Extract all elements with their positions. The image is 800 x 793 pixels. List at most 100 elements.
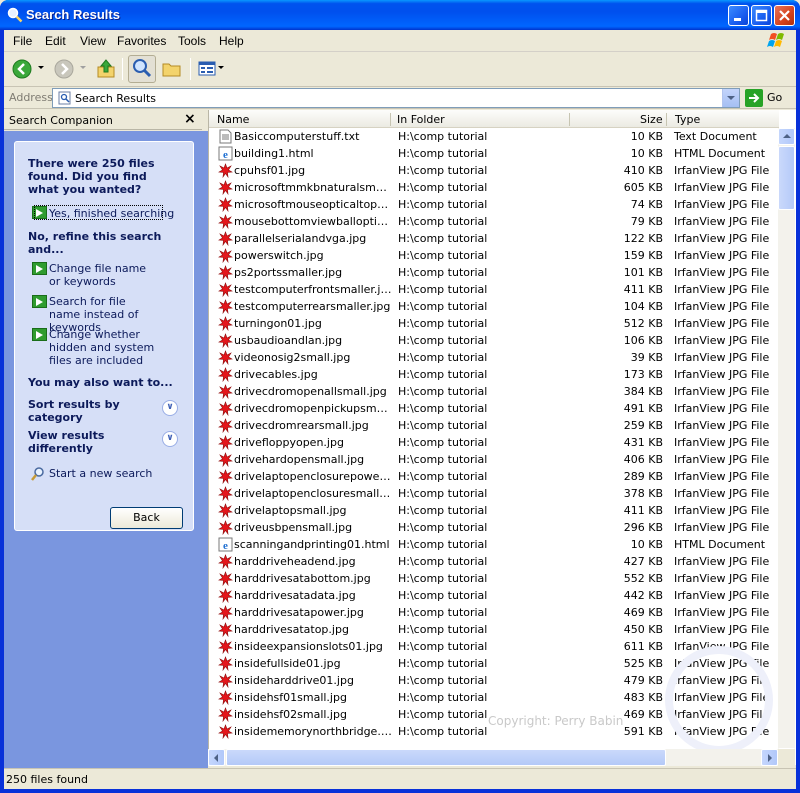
column-folder[interactable]: In Folder: [397, 113, 445, 126]
go-button[interactable]: [745, 89, 763, 107]
file-name: insidehsf02small.jpg: [234, 708, 347, 721]
file-row[interactable]: turningon01.jpg H:\comp tutorial 512 KB Irf…: [209, 315, 779, 332]
minimize-button[interactable]: [728, 5, 749, 26]
file-type: IrfanView JPG File: [674, 555, 770, 568]
vertical-scroll-thumb[interactable]: [778, 146, 795, 210]
file-row[interactable]: harddrivesatabottom.jpg H:\comp tutorial 5…: [209, 570, 779, 587]
scroll-left-button[interactable]: [208, 749, 225, 766]
new-search-link[interactable]: Start a new search: [49, 467, 152, 480]
menu-favorites[interactable]: Favorites: [117, 34, 166, 48]
forward-dropdown-icon[interactable]: [80, 66, 86, 69]
explorer-window: Search Results File Edit View Favorites …: [0, 0, 800, 793]
close-button[interactable]: [774, 5, 795, 26]
column-name[interactable]: Name: [217, 113, 249, 126]
vertical-scrollbar[interactable]: [778, 128, 795, 765]
file-row[interactable]: ps2portssmaller.jpg H:\comp tutorial 101 K…: [209, 264, 779, 281]
file-row[interactable]: harddrivesatapower.jpg H:\comp tutorial 46…: [209, 604, 779, 621]
file-row[interactable]: drivefloppyopen.jpg H:\comp tutorial 431 K…: [209, 434, 779, 451]
file-row[interactable]: microsoftmouseopticaltopsmal... H:\comp t…: [209, 196, 779, 213]
scroll-up-button[interactable]: [778, 128, 795, 145]
file-row[interactable]: harddrivesatatop.jpg H:\comp tutorial 450 …: [209, 621, 779, 638]
close-icon: [779, 10, 790, 21]
file-row[interactable]: mousebottomviewballopticals.... H:\comp t…: [209, 213, 779, 230]
scroll-right-button[interactable]: [761, 749, 778, 766]
refine-option-name[interactable]: Change file name or keywords: [49, 262, 159, 288]
refine-option-hidden[interactable]: Change whether hidden and system files a…: [49, 328, 171, 367]
column-size[interactable]: Size: [640, 113, 663, 126]
menu-edit[interactable]: Edit: [45, 34, 66, 48]
file-row[interactable]: e building1.html H:\comp tutorial 10 KB HTML…: [209, 145, 779, 162]
yes-finished-link[interactable]: Yes, finished searching: [49, 207, 174, 220]
column-divider[interactable]: [666, 113, 667, 126]
search-companion-panel: There were 250 files found. Did you find…: [14, 141, 194, 531]
file-row[interactable]: microsoftmmkbnaturalsmaller.... H:\comp t…: [209, 179, 779, 196]
back-dropdown-icon[interactable]: [38, 66, 44, 69]
file-row[interactable]: drivecdromopenallsmall.jpg H:\comp tutori…: [209, 383, 779, 400]
scroll-track[interactable]: [778, 128, 795, 765]
back-arrow-icon[interactable]: [10, 57, 34, 81]
file-name: driveusbpensmall.jpg: [234, 521, 353, 534]
file-row[interactable]: parallelserialandvga.jpg H:\comp tutorial…: [209, 230, 779, 247]
menu-tools[interactable]: Tools: [178, 34, 206, 48]
column-divider[interactable]: [390, 113, 391, 126]
file-row[interactable]: harddriveheadend.jpg H:\comp tutorial 427 …: [209, 553, 779, 570]
up-folder-icon[interactable]: [94, 57, 118, 81]
title-bar[interactable]: Search Results: [0, 0, 800, 30]
file-row[interactable]: Basiccomputerstuff.txt H:\comp tutorial 10…: [209, 128, 779, 145]
back-button[interactable]: Back: [110, 507, 183, 529]
file-row[interactable]: testcomputerfrontsmaller.jpg H:\comp tuto…: [209, 281, 779, 298]
file-row[interactable]: usbaudioandlan.jpg H:\comp tutorial 106 KB…: [209, 332, 779, 349]
views-dropdown-icon[interactable]: [218, 66, 224, 69]
file-folder: H:\comp tutorial: [398, 453, 488, 466]
file-row[interactable]: drivecables.jpg H:\comp tutorial 173 KB Irf…: [209, 366, 779, 383]
file-row[interactable]: drivelaptopenclosuresmall.jpg H:\comp tut…: [209, 485, 779, 502]
file-row[interactable]: drivelaptopenclosurepowerplu... H:\comp t…: [209, 468, 779, 485]
file-name: insideexpansionslots01.jpg: [234, 640, 383, 653]
file-row[interactable]: driveusbpensmall.jpg H:\comp tutorial 296 …: [209, 519, 779, 536]
horizontal-scroll-thumb[interactable]: [226, 749, 666, 766]
file-folder: H:\comp tutorial: [398, 487, 488, 500]
file-type: IrfanView JPG File: [674, 283, 770, 296]
minimize-icon: [734, 18, 741, 21]
file-row[interactable]: drivecdromopenpickupsmall.jpg H:\comp tut…: [209, 400, 779, 417]
horizontal-scrollbar[interactable]: [208, 749, 778, 766]
chevron-down-icon[interactable]: ∨: [162, 431, 178, 447]
irfanview-icon: [218, 214, 233, 230]
irfanview-icon: [218, 316, 233, 332]
irfanview-icon: [218, 486, 233, 502]
views-icon[interactable]: [196, 57, 220, 81]
view-results-link[interactable]: View results differently: [28, 429, 128, 455]
file-row[interactable]: harddrivesatadata.jpg H:\comp tutorial 442…: [209, 587, 779, 604]
folders-icon[interactable]: [160, 57, 184, 81]
file-row[interactable]: e scanningandprinting01.html H:\comp tutor…: [209, 536, 779, 553]
menu-help[interactable]: Help: [219, 34, 244, 48]
chevron-down-icon[interactable]: ∨: [162, 400, 178, 416]
close-pane-icon[interactable]: ×: [184, 111, 196, 127]
irfanview-icon: [218, 690, 233, 706]
file-row[interactable]: drivecdromrearsmall.jpg H:\comp tutorial 2…: [209, 417, 779, 434]
menu-file[interactable]: File: [13, 34, 32, 48]
address-dropdown-button[interactable]: [722, 89, 739, 107]
file-row[interactable]: drivelaptopsmall.jpg H:\comp tutorial 411 …: [209, 502, 779, 519]
go-label[interactable]: Go: [767, 91, 782, 104]
column-type[interactable]: Type: [675, 113, 700, 126]
file-row[interactable]: cpuhsf01.jpg H:\comp tutorial 410 KB IrfanV…: [209, 162, 779, 179]
file-size: 605 KB: [623, 181, 663, 194]
file-folder: H:\comp tutorial: [398, 164, 488, 177]
column-divider[interactable]: [569, 113, 570, 126]
search-button[interactable]: [128, 55, 156, 83]
maximize-button[interactable]: [751, 5, 772, 26]
address-value: Search Results: [75, 92, 157, 105]
file-name: powerswitch.jpg: [234, 249, 324, 262]
sort-results-link[interactable]: Sort results by category: [28, 398, 128, 424]
file-size: 159 KB: [623, 249, 663, 262]
file-row[interactable]: powerswitch.jpg H:\comp tutorial 159 KB Irf…: [209, 247, 779, 264]
address-input[interactable]: Search Results: [52, 88, 740, 108]
forward-arrow-icon[interactable]: [52, 57, 76, 81]
file-row[interactable]: drivehardopensmall.jpg H:\comp tutorial 40…: [209, 451, 779, 468]
file-name: ps2portssmaller.jpg: [234, 266, 343, 279]
file-row[interactable]: videonosig2small.jpg H:\comp tutorial 39 K…: [209, 349, 779, 366]
file-row[interactable]: testcomputerrearsmaller.jpg H:\comp tutor…: [209, 298, 779, 315]
menu-view[interactable]: View: [80, 34, 106, 48]
file-name: insidehsf01small.jpg: [234, 691, 347, 704]
